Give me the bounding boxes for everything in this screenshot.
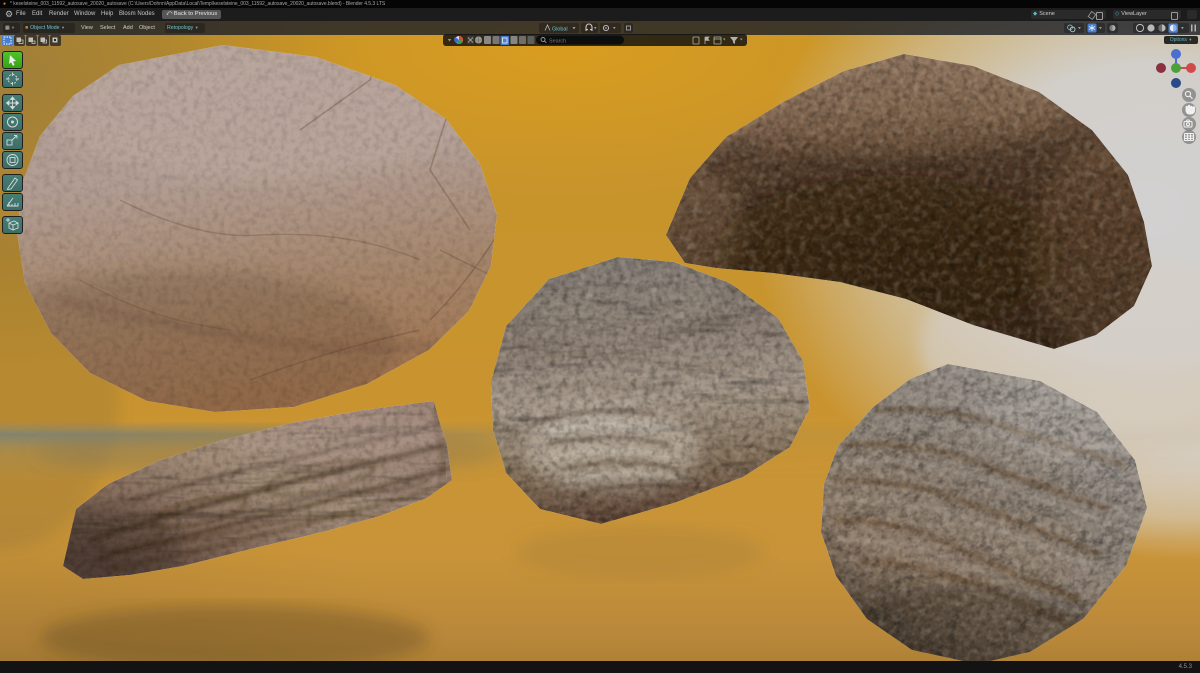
- svg-text:Global: Global: [552, 27, 568, 33]
- svg-text:Search: Search: [549, 38, 566, 44]
